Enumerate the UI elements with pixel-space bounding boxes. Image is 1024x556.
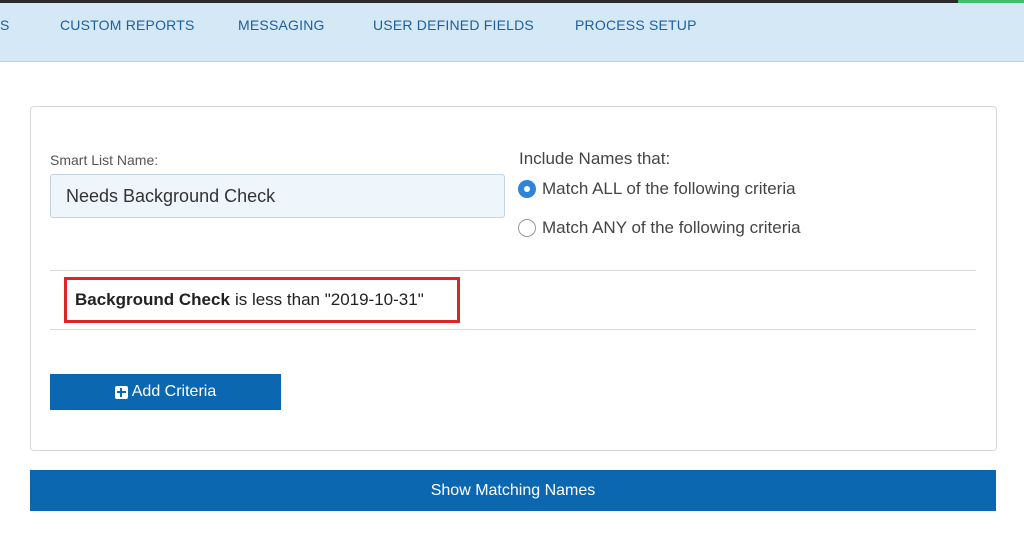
smart-list-name-label: Smart List Name: [50,152,159,168]
nav-item-messaging[interactable]: MESSAGING [238,3,325,61]
criteria-bottom-divider [50,329,976,330]
match-any-option[interactable]: Match ANY of the following criteria [518,216,801,240]
match-all-label: Match ALL of the following criteria [542,179,796,198]
nav-item-truncated[interactable]: S [0,3,10,61]
criteria-top-divider [50,270,976,271]
criteria-row[interactable]: Background Check is less than "2019-10-3… [64,277,460,323]
add-criteria-label: Add Criteria [131,383,217,400]
add-criteria-button[interactable]: Add Criteria [50,374,281,410]
match-any-radio[interactable] [518,219,536,237]
show-matching-names-button[interactable]: Show Matching Names [30,470,996,511]
match-all-option[interactable]: Match ALL of the following criteria [518,177,796,201]
top-nav: S CUSTOM REPORTS MESSAGING USER DEFINED … [0,3,1024,62]
match-any-label: Match ANY of the following criteria [542,218,801,237]
plus-square-icon [114,385,128,399]
match-all-radio[interactable] [518,180,536,198]
nav-item-process-setup[interactable]: PROCESS SETUP [575,3,697,61]
nav-item-custom-reports[interactable]: CUSTOM REPORTS [60,3,195,61]
criteria-condition: is less than "2019-10-31" [234,290,424,309]
criteria-field: Background Check [75,290,230,309]
smart-list-name-input[interactable] [50,174,505,218]
include-names-label: Include Names that: [519,149,671,168]
nav-item-user-defined-fields[interactable]: USER DEFINED FIELDS [373,3,534,61]
